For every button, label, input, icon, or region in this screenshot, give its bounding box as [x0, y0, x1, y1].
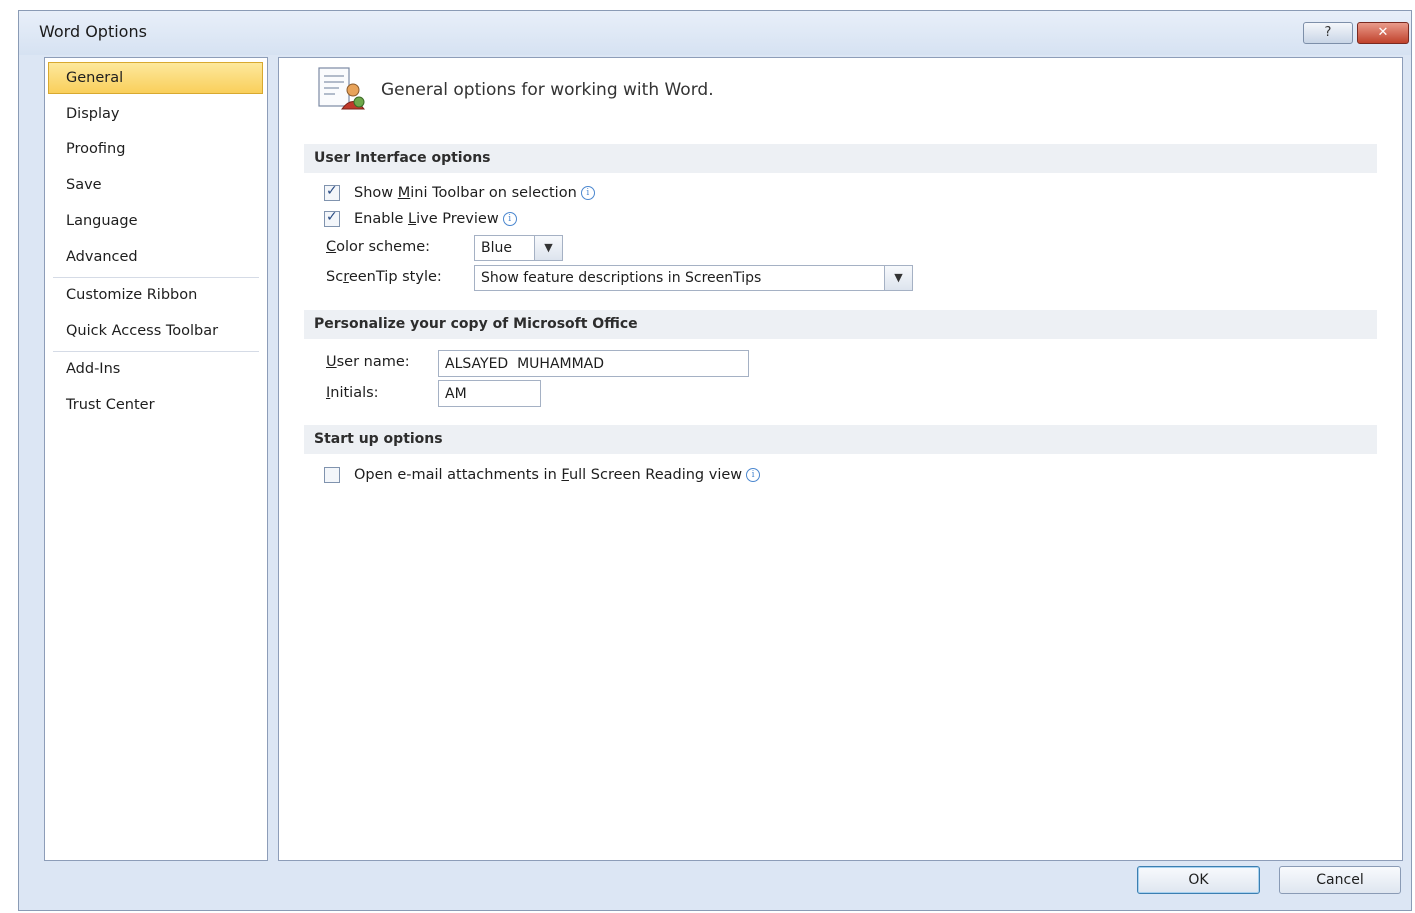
close-icon: ✕ [1377, 25, 1389, 40]
screentip-style-label: ScreenTip style: [326, 269, 442, 285]
checkmark-icon: ✓ [326, 183, 338, 199]
nav-item-advanced[interactable]: Advanced [48, 241, 263, 273]
nav-divider [53, 351, 259, 352]
word-options-dialog: Word Options ? ✕ General Display Proofin… [18, 10, 1412, 911]
options-category-list: General Display Proofing Save Language A… [44, 57, 268, 861]
color-scheme-value: Blue [481, 240, 512, 256]
nav-item-add-ins[interactable]: Add-Ins [48, 353, 263, 385]
nav-item-general[interactable]: General [48, 62, 263, 94]
info-icon: i [746, 468, 761, 482]
full-screen-reading-label: Open e-mail attachments in Full Screen R… [354, 467, 743, 483]
section-header-user-interface: User Interface options [304, 144, 1377, 173]
title-bar: Word Options ? ✕ [19, 11, 1411, 55]
nav-item-quick-access-toolbar[interactable]: Quick Access Toolbar [48, 315, 263, 347]
nav-item-proofing[interactable]: Proofing [48, 133, 263, 165]
help-icon: ? [1324, 25, 1332, 40]
cancel-button[interactable]: Cancel [1279, 866, 1401, 894]
section-header-startup: Start up options [304, 425, 1377, 454]
screentip-style-select[interactable]: Show feature descriptions in ScreenTips … [474, 265, 913, 291]
ok-button[interactable]: OK [1137, 866, 1260, 894]
close-button[interactable]: ✕ [1357, 22, 1409, 44]
info-icon: i [580, 186, 595, 200]
mini-toolbar-label: Show Mini Toolbar on selection [354, 185, 577, 201]
mini-toolbar-option[interactable]: ✓ Show Mini Toolbar on selection i [324, 183, 595, 201]
help-button[interactable]: ? [1303, 22, 1353, 44]
full-screen-reading-checkbox[interactable] [324, 467, 340, 483]
live-preview-checkbox[interactable]: ✓ [324, 209, 340, 227]
screentip-style-value: Show feature descriptions in ScreenTips [481, 270, 762, 286]
general-options-panel: General options for working with Word. U… [278, 57, 1403, 861]
nav-item-save[interactable]: Save [48, 169, 263, 201]
info-icon: i [502, 212, 517, 226]
nav-item-language[interactable]: Language [48, 205, 263, 237]
dialog-title: Word Options [39, 22, 147, 41]
user-name-label: User name: [326, 354, 410, 370]
color-scheme-select[interactable]: Blue ▼ [474, 235, 563, 261]
nav-item-display[interactable]: Display [48, 98, 263, 130]
chevron-down-icon[interactable]: ▼ [534, 236, 562, 260]
panel-header-text: General options for working with Word. [381, 80, 714, 100]
live-preview-label: Enable Live Preview [354, 211, 499, 227]
live-preview-option[interactable]: ✓ Enable Live Preview i [324, 209, 517, 227]
section-header-personalize: Personalize your copy of Microsoft Offic… [304, 310, 1377, 339]
full-screen-reading-option[interactable]: Open e-mail attachments in Full Screen R… [324, 467, 761, 483]
nav-item-trust-center[interactable]: Trust Center [48, 389, 263, 421]
nav-divider [53, 277, 259, 278]
nav-item-customize-ribbon[interactable]: Customize Ribbon [48, 279, 263, 311]
mini-toolbar-checkbox[interactable]: ✓ [324, 183, 340, 201]
checkmark-icon: ✓ [326, 209, 338, 225]
initials-label: Initials: [326, 385, 379, 401]
chevron-down-icon[interactable]: ▼ [884, 266, 912, 290]
general-options-icon [318, 67, 365, 110]
user-name-input[interactable] [438, 350, 749, 377]
initials-input[interactable] [438, 380, 541, 407]
color-scheme-label: Color scheme: [326, 239, 431, 255]
